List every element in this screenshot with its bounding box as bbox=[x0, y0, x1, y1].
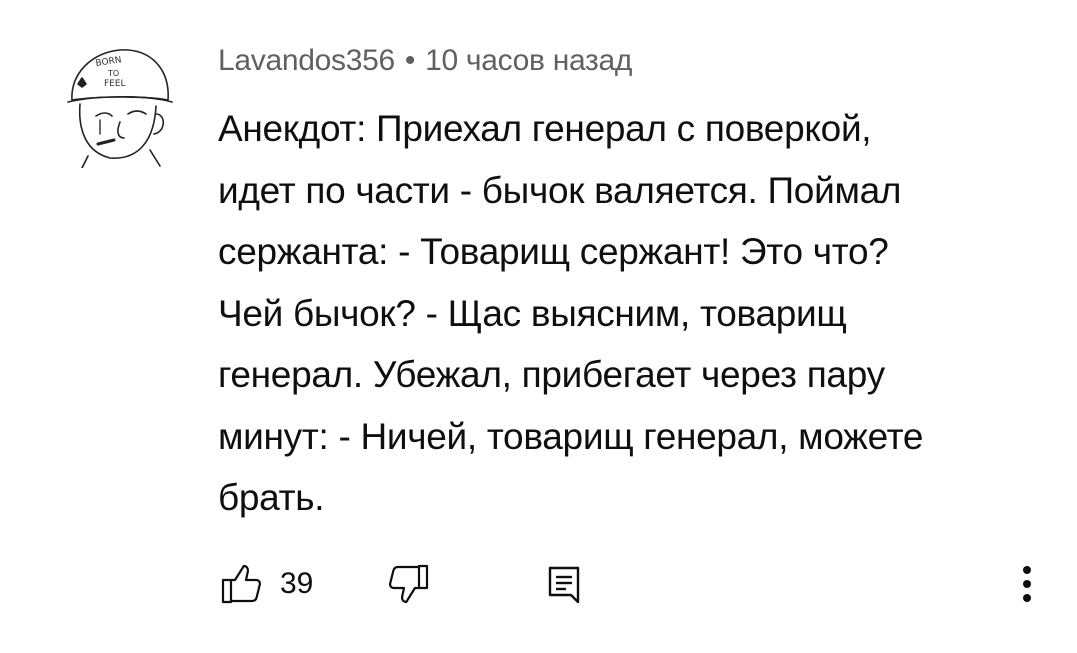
reply-button[interactable] bbox=[544, 558, 584, 610]
more-options-button[interactable] bbox=[1015, 558, 1039, 610]
thumbs-down-icon bbox=[388, 564, 429, 604]
dislike-button[interactable] bbox=[384, 558, 432, 610]
comment-actions: 39 bbox=[218, 558, 1048, 610]
svg-text:BORN: BORN bbox=[95, 55, 122, 69]
soldier-avatar-icon: BORN TO FEEL bbox=[67, 49, 173, 168]
comment-line: брать. bbox=[218, 477, 325, 518]
more-vertical-icon bbox=[1023, 566, 1031, 602]
thumbs-up-icon bbox=[221, 564, 262, 604]
comment-line: Анекдот: Приехал генерал с поверкой, bbox=[218, 108, 872, 149]
comment-meta: Lavandos356 • 10 часов назад bbox=[218, 44, 632, 78]
comment-line: минут: - Ничей, товарищ генерал, можете bbox=[218, 415, 924, 457]
svg-text:TO: TO bbox=[107, 69, 119, 78]
avatar[interactable]: BORN TO FEEL bbox=[58, 40, 186, 168]
comment-line: идет по части - бычок валяется. Поймал bbox=[218, 169, 902, 211]
reply-comment-icon bbox=[548, 566, 580, 604]
comment-text: Анекдот: Приехал генерал с поверкой, иде… bbox=[218, 98, 1038, 529]
svg-text:FEEL: FEEL bbox=[104, 79, 126, 89]
like-button[interactable]: 39 bbox=[218, 558, 313, 610]
author-name[interactable]: Lavandos356 bbox=[218, 44, 395, 77]
like-count: 39 bbox=[280, 567, 314, 600]
comment-line: генерал. Убежал, прибегает через пару bbox=[218, 354, 885, 395]
meta-separator: • bbox=[404, 44, 416, 77]
comment-line: сержанта: - Товарищ сержант! Это что? bbox=[218, 231, 889, 272]
comment-line: Чей бычок? - Щас выясним, товарищ bbox=[218, 292, 847, 334]
comment-time: 10 часов назад bbox=[425, 44, 633, 77]
comment: BORN TO FEEL Lavandos356 • 10 часов назад … bbox=[0, 0, 1077, 653]
